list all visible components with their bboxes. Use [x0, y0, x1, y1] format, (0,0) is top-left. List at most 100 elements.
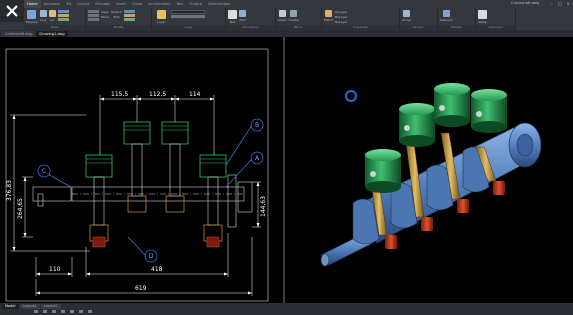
maximize-button[interactable]: □ [556, 0, 564, 7]
copy-button[interactable]: Copy Move [101, 10, 109, 19]
viewport-3d-model[interactable] [287, 37, 573, 303]
layout-tab-bar: Model Layout1 Layout2 [2, 304, 61, 309]
line-icon [39, 10, 47, 17]
piston-assembly-3 [161, 121, 189, 213]
lineweight-toggle-icon[interactable] [88, 310, 92, 313]
match-properties-button[interactable]: Match [324, 10, 333, 22]
close-window-button[interactable]: × [564, 0, 572, 7]
dim-overall-height: 376,83 [6, 180, 13, 201]
group-icon [403, 10, 411, 17]
layout-tab-model[interactable]: Model [2, 304, 19, 309]
group-button[interactable]: Group [402, 10, 411, 22]
rectangle-tool-icon[interactable] [57, 14, 69, 17]
measure-button[interactable]: Measure [440, 10, 453, 22]
ribbon-tab-insert[interactable]: Insert [113, 0, 129, 8]
circle-tool-icon[interactable] [57, 10, 69, 13]
polyline-button[interactable]: Polyline [26, 10, 38, 24]
ribbon-panel-groups: Group Groups [400, 8, 438, 30]
application-menu-button[interactable] [0, 0, 24, 22]
modify-tool-stack-1 [88, 10, 99, 21]
piston-assembly-2 [123, 121, 151, 213]
measure-icon [442, 10, 450, 17]
paste-icon [478, 10, 487, 19]
ribbon-tab-bim[interactable]: Bim [174, 0, 187, 8]
piston-3d-1 [365, 149, 401, 193]
ucs-circle-icon[interactable] [345, 90, 357, 102]
line-button[interactable]: Line [39, 10, 47, 22]
ribbon-tab-acceleration[interactable]: Acceleration [145, 0, 173, 8]
layout-tab-layout2[interactable]: Layout2 [40, 304, 61, 309]
paste-button[interactable]: Paste [478, 10, 487, 24]
copy-icon[interactable] [88, 10, 99, 13]
layout-tab-layout1[interactable]: Layout1 [19, 304, 40, 309]
dim-flange-height: 144,63 [260, 196, 267, 217]
dimension-button[interactable]: Dim [239, 10, 246, 22]
stretch-button[interactable]: Stretch Trim [111, 10, 122, 19]
piston-3d-4 [471, 89, 507, 133]
crankshaft-3d-model[interactable] [287, 37, 573, 303]
ribbon-tab-bar: Home Annotate 3D Layout Manage Insert Cl… [24, 0, 233, 8]
layer-icon [157, 10, 167, 19]
ribbon-tab-home[interactable]: Home [24, 0, 41, 8]
insert-icon [278, 10, 286, 17]
status-toggles [34, 310, 92, 313]
linetype-combo[interactable]: ByLayer [335, 15, 347, 19]
polyline-icon [27, 10, 37, 19]
minimize-button[interactable]: – [548, 0, 556, 7]
dim-spacing-2: 112,5 [149, 91, 166, 98]
polar-toggle-icon[interactable] [61, 310, 65, 313]
text-button[interactable]: Text [228, 10, 237, 24]
array-icon[interactable] [123, 18, 135, 21]
ribbon-tab-cloud[interactable]: Cloud [129, 0, 145, 8]
color-combo[interactable]: ByLayer [335, 10, 347, 14]
text-a-icon [228, 10, 237, 19]
ribbon: Home Annotate 3D Layout Manage Insert Cl… [0, 0, 573, 30]
ribbon-tab-3d[interactable]: 3D [63, 0, 74, 8]
ribbon-tab-annotate[interactable]: Annotate [41, 0, 63, 8]
dimension-lines [10, 95, 261, 296]
ribbon-panels: Polyline Line Arc Draw Copy Move Stretch… [24, 8, 573, 30]
balloon-labels: B A C D [42, 122, 260, 260]
create-block-icon [290, 10, 298, 17]
match-properties-icon [325, 10, 333, 17]
ribbon-panel-modify: Copy Move Stretch Trim Modify [86, 8, 152, 30]
rotate-icon[interactable] [88, 18, 99, 21]
hatch-tool-icon[interactable] [57, 18, 69, 21]
fillet-icon[interactable] [123, 14, 135, 17]
arc-button[interactable]: Arc [48, 10, 56, 22]
ribbon-tab-output[interactable]: Output [187, 0, 205, 8]
balloon-b-label: B [255, 122, 259, 129]
mirror-icon[interactable] [123, 10, 135, 13]
ribbon-tab-layout[interactable]: Layout [74, 0, 92, 8]
move-icon[interactable] [88, 14, 99, 17]
ribbon-panel-layer: Layer Properties Layer [152, 8, 226, 30]
dim-overall-length: 619 [135, 285, 147, 292]
crankshaft-2d-drawing[interactable]: 115,5 112,5 114 376,83 264,65 144,63 110… [0, 37, 285, 303]
otrack-toggle-icon[interactable] [79, 310, 83, 313]
close-x-icon [6, 5, 18, 17]
dim-spacing-1: 115,5 [111, 91, 128, 98]
lineweight-combo[interactable]: ByLayer [335, 20, 347, 24]
ribbon-panel-properties: Match ByLayer ByLayer ByLayer Properties [322, 8, 400, 30]
ribbon-tab-manage[interactable]: Manage [92, 0, 112, 8]
ribbon-tab-deformation[interactable]: Deformation [205, 0, 233, 8]
dim-spacing-3: 114 [189, 91, 201, 98]
arc-icon [48, 10, 56, 17]
cad-application-window: Home Annotate 3D Layout Manage Insert Cl… [0, 0, 573, 315]
snap-toggle-icon[interactable] [34, 310, 38, 313]
osnap-toggle-icon[interactable] [70, 310, 74, 313]
viewport-2d-drawing[interactable]: 115,5 112,5 114 376,83 264,65 144,63 110… [0, 37, 285, 303]
status-bar: Model Layout1 Layout2 [0, 303, 573, 315]
ribbon-panel-clipboard: Paste Clipboard [476, 8, 516, 30]
document-tab-bar: Crankshaft.dwg Drawing1.dwg [0, 30, 573, 37]
layer-dropdown[interactable] [171, 10, 206, 14]
property-combos: ByLayer ByLayer ByLayer [335, 10, 347, 24]
ortho-toggle-icon[interactable] [52, 310, 56, 313]
layer-state-bar[interactable] [171, 15, 206, 18]
create-block-button[interactable]: Create [289, 10, 299, 22]
window-title: Crankshaft.dwg [511, 1, 540, 5]
draw-tool-stack [57, 10, 69, 21]
dim-shaft-length: 110 [49, 266, 61, 273]
grid-toggle-icon[interactable] [43, 310, 47, 313]
insert-block-button[interactable]: Insert [278, 10, 287, 22]
